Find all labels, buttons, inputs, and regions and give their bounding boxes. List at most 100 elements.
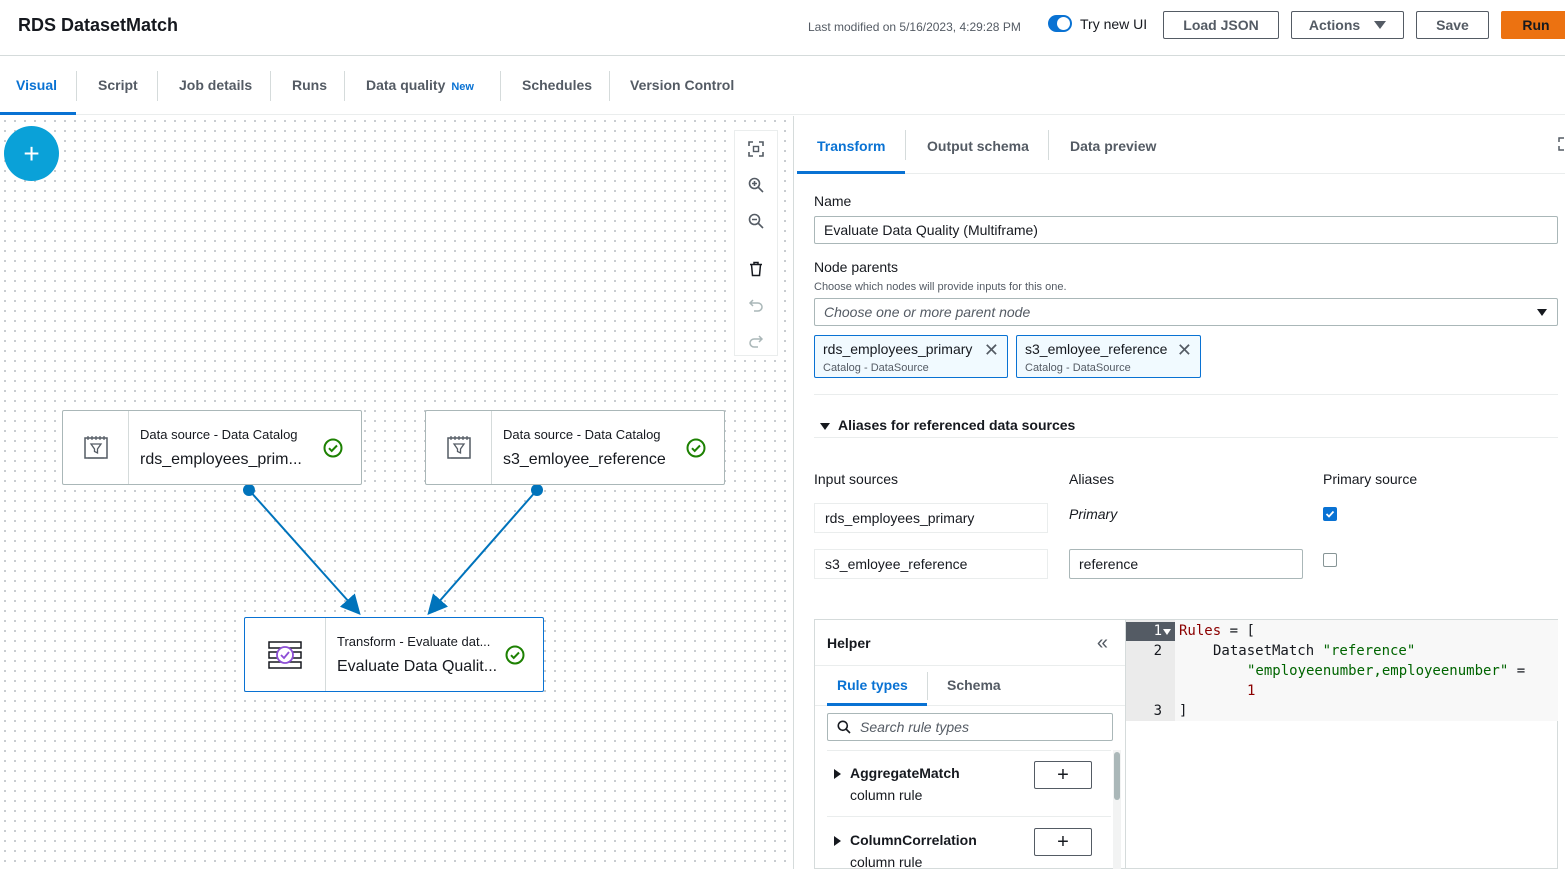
- aliases-section-title: Aliases for referenced data sources: [838, 417, 1076, 433]
- edge-rds-to-transform: [248, 489, 361, 615]
- node-name-input[interactable]: Evaluate Data Quality (Multiframe): [814, 216, 1558, 244]
- caret-down-icon: [820, 422, 830, 430]
- node-name-label: rds_employees_prim...: [140, 451, 302, 468]
- code-line: Rules = [: [1179, 623, 1255, 639]
- node-parents-label: Node parents: [814, 259, 899, 275]
- try-new-ui-toggle[interactable]: [1048, 15, 1072, 32]
- name-label: Name: [814, 193, 852, 209]
- helper-panel: Helper « Rule types Schema Search rule t…: [814, 619, 1127, 869]
- tab-data-preview[interactable]: Data preview: [1070, 138, 1156, 154]
- node-s3-source[interactable]: Data source - Data Catalog s3_emloyee_re…: [425, 410, 725, 485]
- aliases-section-toggle[interactable]: Aliases for referenced data sources: [820, 417, 1075, 433]
- input-source-field: rds_employees_primary: [814, 503, 1048, 533]
- token-name: rds_employees_primary: [823, 341, 973, 357]
- helper-scrollbar[interactable]: [1113, 750, 1121, 869]
- node-evaluate-data-quality[interactable]: Transform - Evaluate dat... Evaluate Dat…: [244, 617, 544, 692]
- node-icon-cell: [426, 411, 492, 484]
- token-subtitle: Catalog - DataSource: [1025, 362, 1131, 374]
- node-type-label: Data source - Data Catalog: [140, 427, 298, 442]
- search-icon: [837, 720, 851, 737]
- rule-search-input[interactable]: Search rule types: [827, 713, 1113, 741]
- list-item: ColumnCorrelation column rule +: [827, 818, 1111, 869]
- code-token: "employeenumber,employeenumber": [1247, 663, 1509, 679]
- node-parents-select[interactable]: Choose one or more parent node: [814, 298, 1558, 326]
- parent-token-rds: rds_employees_primary Catalog - DataSour…: [814, 335, 1008, 378]
- helper-title: Helper: [827, 635, 871, 651]
- rule-category: column rule: [850, 787, 923, 803]
- expand-icon[interactable]: [834, 836, 841, 846]
- input-sources-header: Input sources: [814, 471, 899, 487]
- code-token: DatasetMatch: [1213, 643, 1323, 659]
- node-name-label: Evaluate Data Qualit...: [337, 658, 498, 675]
- code-line: 1: [1247, 683, 1255, 699]
- close-icon[interactable]: ✕: [1177, 340, 1192, 361]
- parent-token-s3: s3_emloyee_reference Catalog - DataSourc…: [1016, 335, 1201, 378]
- edge-s3-to-transform: [427, 489, 538, 616]
- tab-output-schema[interactable]: Output schema: [927, 138, 1029, 154]
- rule-name: ColumnCorrelation: [850, 832, 977, 848]
- primary-source-checkbox[interactable]: [1323, 507, 1337, 521]
- code-token: =: [1508, 663, 1526, 679]
- active-panel-tab-indicator: [797, 171, 905, 174]
- caret-down-icon: [1374, 21, 1387, 29]
- fold-icon[interactable]: [1163, 629, 1171, 635]
- add-rule-button[interactable]: +: [1034, 761, 1092, 789]
- add-rule-button[interactable]: +: [1034, 828, 1092, 856]
- tab-divider: [927, 672, 928, 700]
- expand-panel-icon[interactable]: [1558, 137, 1565, 156]
- try-new-ui-label: Try new UI: [1080, 16, 1148, 32]
- code-line: "employeenumber,employeenumber" =: [1247, 663, 1525, 679]
- actions-button[interactable]: Actions: [1291, 11, 1404, 39]
- node-rds-source[interactable]: Data source - Data Catalog rds_employees…: [62, 410, 362, 485]
- data-quality-icon: [268, 640, 302, 669]
- caret-down-icon: [1537, 309, 1547, 316]
- checkmark-icon: [1325, 510, 1335, 518]
- ruleset-code-editor[interactable]: 1 2 3 Rules = [ DatasetMatch "reference"…: [1125, 619, 1558, 869]
- tab-schema[interactable]: Schema: [947, 677, 1001, 693]
- panel-divider[interactable]: [793, 116, 794, 869]
- data-catalog-icon: [446, 435, 471, 459]
- output-port: [531, 484, 543, 496]
- code-line: DatasetMatch "reference": [1213, 643, 1415, 659]
- active-helper-tab-indicator: [827, 703, 927, 706]
- input-source-field: s3_emloyee_reference: [814, 549, 1048, 579]
- success-check-icon: [686, 438, 706, 463]
- node-icon-cell: [63, 411, 129, 484]
- success-check-icon: [505, 645, 525, 670]
- tab-transform[interactable]: Transform: [817, 138, 885, 154]
- primary-source-header: Primary source: [1323, 471, 1418, 487]
- rule-type-list: AggregateMatch column rule + ColumnCorre…: [827, 750, 1111, 869]
- node-type-label: Data source - Data Catalog: [503, 427, 661, 442]
- search-placeholder: Search rule types: [860, 719, 969, 735]
- node-parents-description: Choose which nodes will provide inputs f…: [814, 281, 1067, 293]
- code-token: = [: [1221, 623, 1255, 639]
- aliases-header: Aliases: [1069, 471, 1115, 487]
- alias-input[interactable]: reference: [1069, 549, 1303, 579]
- actions-label: Actions: [1308, 17, 1361, 33]
- code-token: ]: [1179, 703, 1188, 719]
- line-number: 2: [1153, 643, 1162, 659]
- close-icon[interactable]: ✕: [984, 340, 999, 361]
- primary-source-checkbox[interactable]: [1323, 553, 1337, 567]
- code-token: 1: [1247, 683, 1256, 699]
- tab-rule-types[interactable]: Rule types: [837, 677, 908, 693]
- rule-category: column rule: [850, 854, 923, 869]
- node-icon-cell: [245, 618, 326, 691]
- tab-divider: [905, 130, 906, 160]
- rule-name: AggregateMatch: [850, 765, 960, 781]
- toggle-knob: [1057, 17, 1070, 30]
- data-catalog-icon: [83, 435, 108, 459]
- save-button[interactable]: Save: [1416, 11, 1489, 39]
- node-name-label: s3_emloyee_reference: [503, 451, 666, 468]
- tab-divider: [1048, 130, 1049, 160]
- code-token: Rules: [1179, 623, 1222, 639]
- run-button[interactable]: Run: [1501, 11, 1565, 39]
- collapse-icon[interactable]: «: [1097, 632, 1108, 655]
- load-json-button[interactable]: Load JSON: [1163, 11, 1279, 39]
- scrollbar-thumb[interactable]: [1114, 752, 1120, 800]
- section-divider: [814, 437, 1558, 438]
- section-divider: [814, 394, 1558, 395]
- token-name: s3_emloyee_reference: [1025, 341, 1168, 357]
- expand-icon[interactable]: [834, 769, 841, 779]
- output-port: [243, 484, 255, 496]
